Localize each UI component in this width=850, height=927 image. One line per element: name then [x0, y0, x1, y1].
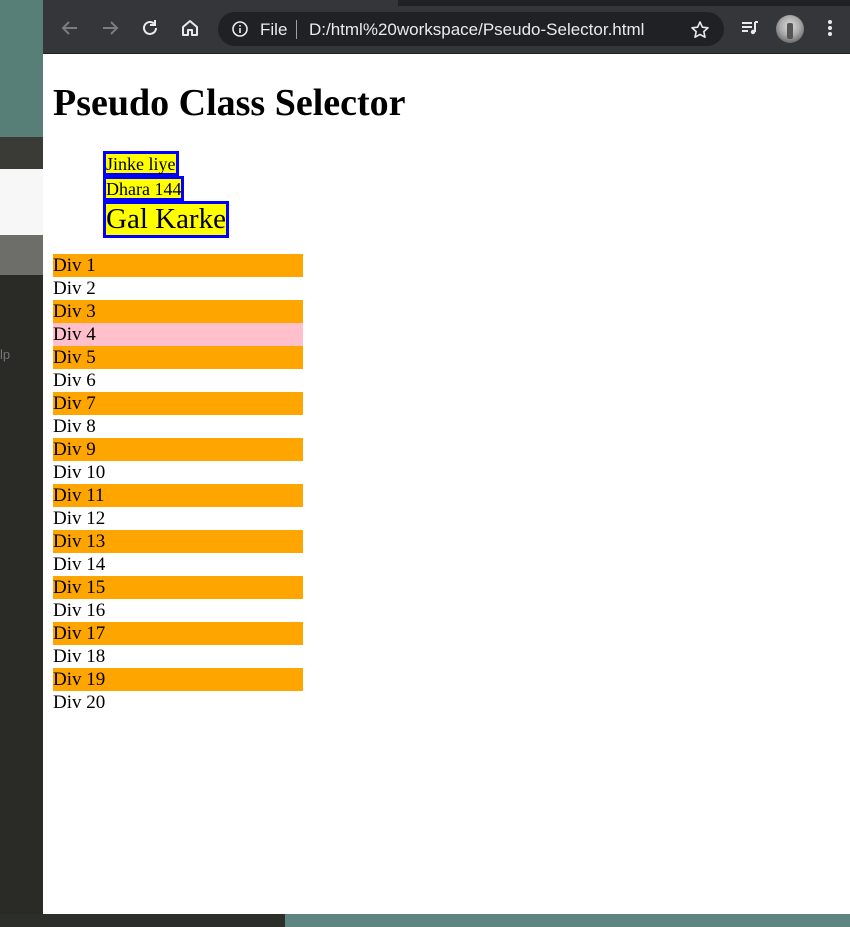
background-app-window: lp	[0, 137, 43, 927]
div-item-1[interactable]: Div 1	[53, 254, 303, 277]
info-icon[interactable]	[232, 21, 248, 37]
div-item-19[interactable]: Div 19	[53, 668, 303, 691]
page-content: Pseudo Class Selector Jinke liye Dhara 1…	[43, 54, 850, 914]
div-item-13[interactable]: Div 13	[53, 530, 303, 553]
background-app-titlebar	[0, 137, 43, 169]
address-separator	[296, 20, 297, 39]
pseudo-link-jinke-liye[interactable]: Jinke liye	[103, 151, 179, 176]
more-menu-icon	[820, 18, 840, 38]
background-app-panel	[0, 169, 43, 235]
div-item-7[interactable]: Div 7	[53, 392, 303, 415]
background-help-text: lp	[0, 347, 11, 362]
div-item-3[interactable]: Div 3	[53, 300, 303, 323]
div-item-12[interactable]: Div 12	[53, 507, 303, 530]
div-item-2[interactable]: Div 2	[53, 277, 303, 300]
div-item-8[interactable]: Div 8	[53, 415, 303, 438]
more-menu-button[interactable]	[815, 13, 845, 43]
avatar-image	[787, 23, 793, 39]
home-button[interactable]	[175, 13, 205, 43]
div-item-17[interactable]: Div 17	[53, 622, 303, 645]
background-app-bar	[0, 235, 43, 275]
bookmark-star-icon[interactable]	[690, 20, 710, 40]
div-item-11[interactable]: Div 11	[53, 484, 303, 507]
pseudo-link-dhara-144[interactable]: Dhara 144	[103, 176, 185, 201]
url-text[interactable]: D:/html%20workspace/Pseudo-Selector.html	[309, 20, 644, 40]
media-queue-icon	[740, 18, 760, 38]
page-title: Pseudo Class Selector	[53, 82, 406, 124]
forward-arrow-icon	[100, 18, 120, 38]
media-queue-button[interactable]	[735, 13, 765, 43]
div-item-6[interactable]: Div 6	[53, 369, 303, 392]
back-button[interactable]	[55, 13, 85, 43]
active-tab-edge[interactable]	[43, 0, 398, 6]
div-item-15[interactable]: Div 15	[53, 576, 303, 599]
div-item-14[interactable]: Div 14	[53, 553, 303, 576]
div-item-18[interactable]: Div 18	[53, 645, 303, 668]
div-item-4[interactable]: Div 4	[53, 323, 303, 346]
div-item-9[interactable]: Div 9	[53, 438, 303, 461]
address-bar[interactable]: File D:/html%20workspace/Pseudo-Selector…	[218, 12, 724, 46]
div-item-16[interactable]: Div 16	[53, 599, 303, 622]
forward-button[interactable]	[95, 13, 125, 43]
div-list: Div 1 Div 2 Div 3 Div 4 Div 5 Div 6 Div 7 Div 8…	[53, 254, 303, 714]
profile-avatar[interactable]	[776, 15, 804, 43]
browser-window: File D:/html%20workspace/Pseudo-Selector…	[43, 0, 850, 914]
scheme-label: File	[260, 20, 288, 39]
div-item-10[interactable]: Div 10	[53, 461, 303, 484]
reload-icon	[140, 18, 160, 38]
browser-toolbar: File D:/html%20workspace/Pseudo-Selector…	[43, 0, 850, 54]
pseudo-link-gal-karke[interactable]: Gal Karke	[103, 201, 229, 238]
home-icon	[180, 18, 200, 38]
div-item-20[interactable]: Div 20	[53, 691, 303, 714]
taskbar-edge-right	[285, 914, 850, 927]
tab-strip	[43, 0, 850, 6]
back-arrow-icon	[60, 18, 80, 38]
pseudo-link-list: Jinke liye Dhara 144 Gal Karke	[103, 151, 229, 238]
div-item-5[interactable]: Div 5	[53, 346, 303, 369]
taskbar-edge	[0, 914, 850, 927]
reload-button[interactable]	[135, 13, 165, 43]
